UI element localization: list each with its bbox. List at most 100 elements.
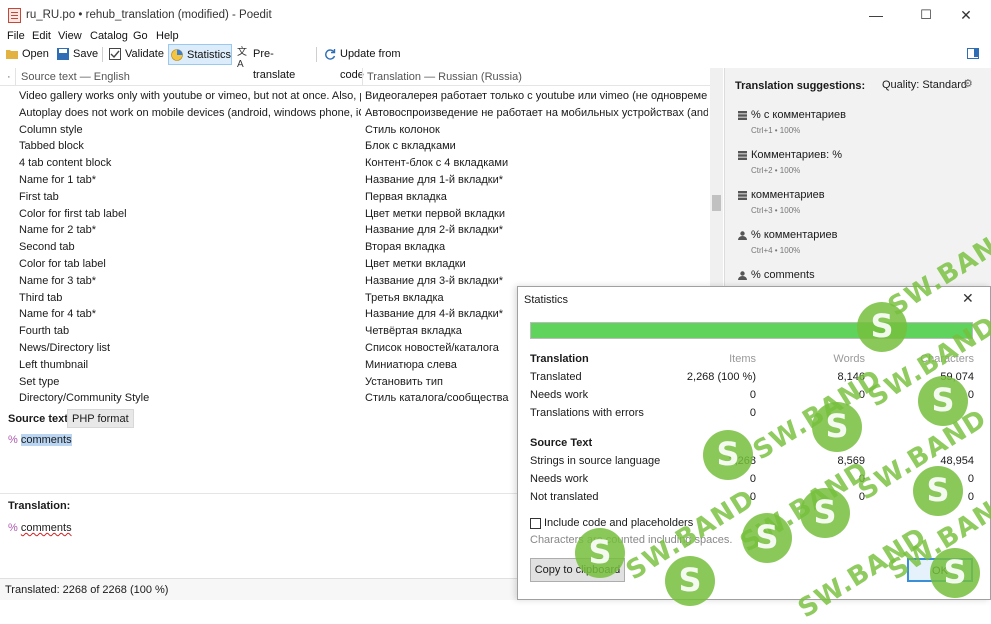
stats-row-label: Needs work [530,389,589,401]
stats-items-value: 0 [749,389,756,401]
list-row[interactable]: Column style Стиль колонок [0,122,710,139]
pie-chart-icon [171,49,183,61]
row-source-text: 4 tab content block [19,157,112,170]
stats-items-value: 0 [749,473,756,485]
items-header: Items [729,353,756,365]
list-row[interactable]: Tabbed block Блок с вкладками [0,138,710,155]
column-translation-header[interactable]: Translation — Russian (Russia) [367,71,522,83]
stats-items-value: 0 [749,407,756,419]
dialog-close-icon[interactable]: ✕ [962,290,974,307]
menu-file[interactable]: File [7,30,25,42]
open-label: Open [22,48,49,60]
row-source-text: Name for 2 tab* [19,224,97,237]
menu-view[interactable]: View [58,30,82,42]
translation-progress-bar [530,322,973,339]
row-source-text: Left thumbnail [19,358,89,371]
row-source-text: Directory/Community Style [19,392,150,405]
menu-bar: File Edit View Catalog Go Help [0,29,991,45]
row-translation-text: Первая вкладка [365,190,447,203]
column-source-header[interactable]: Source text — English [21,71,130,83]
suggestion-meta: Ctrl+4 • 100% [751,246,801,255]
close-button[interactable]: ✕ [943,0,989,32]
list-row[interactable]: Video gallery works only with youtube or… [0,88,710,105]
copy-to-clipboard-button[interactable]: Copy to clipboard [530,558,625,582]
stats-words-value: 0 [858,389,865,401]
selected-word: comments [20,434,72,446]
column-marker[interactable]: · [7,71,11,83]
stats-characters-value: 59,074 [940,371,974,383]
stats-words-value: 0 [858,473,865,485]
row-translation-text: Цвет метки вкладки [365,258,466,270]
include-code-label: Include code and placeholders [544,517,694,529]
menu-help[interactable]: Help [156,30,179,42]
quality-label: Quality: Standard [882,79,967,91]
update-from-code-button[interactable]: Update from code [322,44,427,81]
suggestion-text: % комментариев [751,229,838,241]
stats-row-label: Translations with errors [530,407,644,419]
menu-catalog[interactable]: Catalog [90,30,128,42]
list-row[interactable]: Color for first tab label Цвет метки перв… [0,206,710,223]
stats-items-value: 2,268 (100 %) [686,371,756,383]
menu-go[interactable]: Go [133,30,148,42]
suggestions-panel: Translation suggestions: Quality: Standa… [724,68,991,286]
list-row[interactable]: 4 tab content block Контент-блок с 4 вкла… [0,155,710,172]
suggestions-title: Translation suggestions: [735,80,866,92]
translation-panel: Translation: % comments [0,493,517,578]
suggestion-meta: Ctrl+2 • 100% [751,166,801,175]
row-translation-text: Название для 2-й вкладки* [365,224,504,237]
stats-words-value: 8,146 [837,371,865,383]
stats-items-value: 0 [749,491,756,503]
save-label: Save [73,48,99,60]
status-bar: Translated: 2268 of 2268 (100 %) [0,578,517,600]
row-source-text: Second tab [19,241,75,254]
list-row[interactable]: Name for 2 tab* Название для 2-й вкладки* [0,222,710,239]
validate-label: Validate [125,48,164,60]
stats-items-value: 2,268 [728,455,756,467]
suggestion-meta: Ctrl+3 • 100% [751,206,801,215]
list-row[interactable]: Color for tab label Цвет метки вкладки [0,256,710,273]
stats-row-label: Translated [530,371,582,383]
dialog-title: Statistics [524,294,569,306]
ok-button[interactable]: OK [907,558,973,582]
row-translation-text: Цвет метки первой вкладки [365,207,505,220]
settings-gear-icon[interactable]: ⚙ [963,77,973,90]
stats-characters-value: 0 [967,473,974,485]
row-translation-text: Контент-блок с 4 вкладками [365,157,509,170]
translation-word: comments [20,522,72,534]
scrollbar-thumb[interactable] [712,195,721,211]
list-row[interactable]: Second tab Вторая вкладка [0,239,710,256]
menu-edit[interactable]: Edit [32,30,51,42]
stats-words-value: 0 [858,491,865,503]
open-button[interactable]: Open [4,44,52,65]
minimize-button[interactable]: — [853,0,899,32]
stats-characters-value: 0 [967,491,974,503]
user-icon [738,271,747,280]
row-source-text: Name for 3 tab* [19,274,97,287]
statistics-label: Statistics [187,49,232,61]
stats-row-label: Strings in source language [530,455,661,467]
source-text-label: Source text: [8,413,72,425]
list-row[interactable]: Autoplay does not work on mobile devices… [0,105,710,122]
database-icon [738,151,747,160]
toolbar-separator [102,47,103,62]
title-bar: ru_RU.po • rehub_translation (modified) … [0,0,991,32]
pretranslate-button[interactable]: 文A Pre-translate [235,44,313,81]
suggestion-meta: Ctrl+1 • 100% [751,126,801,135]
statistics-button[interactable]: Statistics [168,44,232,65]
source-text-content[interactable]: % comments [8,434,72,446]
poedit-app-icon [8,8,21,23]
words-header: Words [833,353,865,365]
validate-button[interactable]: Validate [107,44,165,65]
column-divider [15,68,16,86]
suggestion-text: комментариев [751,189,825,201]
list-row[interactable]: First tab Первая вкладка [0,189,710,206]
database-icon [738,191,747,200]
suggestion-text: % с комментариев [751,109,847,121]
translation-editor[interactable]: % comments [8,522,72,534]
save-button[interactable]: Save [55,44,99,65]
sidebar-toggle-icon[interactable] [967,48,979,59]
user-icon [738,231,747,240]
statistics-dialog: Statistics ✕ Translation Items Words Cha… [517,286,991,600]
list-row[interactable]: Name for 1 tab* Название для 1-й вкладки* [0,172,710,189]
include-code-checkbox[interactable] [530,518,541,529]
